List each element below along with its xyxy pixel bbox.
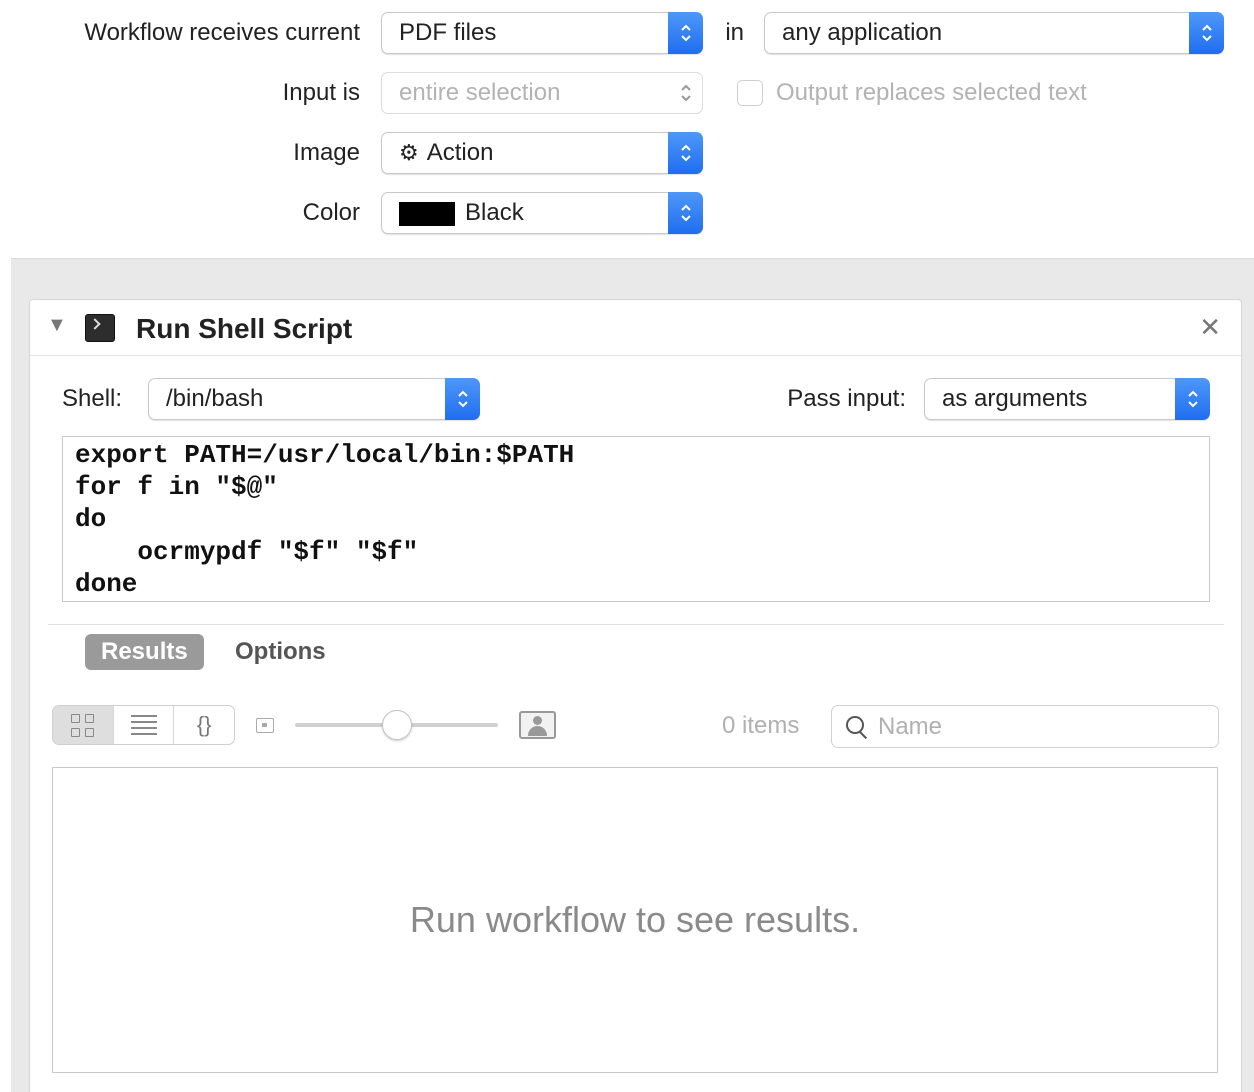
input-is-label: Input is [282, 79, 360, 106]
color-label: Color [302, 199, 360, 226]
search-icon [846, 715, 868, 738]
tab-results[interactable]: Results [85, 634, 204, 670]
shell-label: Shell: [62, 385, 123, 412]
popup-stepper-icon [668, 192, 703, 234]
input-is-value: entire selection [399, 79, 561, 106]
popup-stepper-icon [1175, 378, 1210, 420]
items-count: 0 items [722, 712, 800, 739]
image-popup[interactable]: ⚙ Action [381, 132, 703, 174]
pass-input-popup[interactable]: as arguments [924, 378, 1210, 420]
icon-view-button[interactable] [53, 706, 114, 744]
list-view-button[interactable] [114, 706, 175, 744]
output-replaces-checkbox[interactable] [737, 80, 763, 106]
run-shell-script-action: ▼ Run Shell Script ✕ Shell: /bin/bash Pa… [29, 299, 1242, 1092]
popup-stepper-icon [668, 12, 703, 54]
receives-label: Workflow receives current [84, 19, 360, 46]
pass-input-value: as arguments [942, 385, 1088, 412]
workflow-area: ▼ Run Shell Script ✕ Shell: /bin/bash Pa… [11, 258, 1254, 1092]
large-thumbnail-icon [519, 711, 556, 739]
input-is-popup[interactable]: entire selection [381, 72, 703, 114]
input-type-popup[interactable]: PDF files [381, 12, 703, 54]
results-area: Run workflow to see results. [52, 767, 1218, 1073]
section-divider [48, 624, 1224, 625]
application-value: any application [782, 19, 943, 46]
color-popup[interactable]: Black [381, 192, 703, 234]
search-field[interactable] [831, 705, 1219, 748]
image-label: Image [293, 139, 360, 166]
small-thumbnail-icon [256, 718, 274, 733]
color-swatch [399, 201, 455, 226]
script-editor[interactable]: export PATH=/usr/local/bin:$PATH for f i… [62, 436, 1210, 602]
json-view-button[interactable]: {} [174, 706, 234, 744]
view-mode-control: {} [52, 705, 235, 745]
shell-popup[interactable]: /bin/bash [148, 378, 480, 420]
image-value: Action [426, 139, 494, 166]
search-input[interactable] [878, 712, 1178, 741]
disclosure-triangle-icon[interactable]: ▼ [47, 314, 67, 337]
workflow-settings-panel: Workflow receives current PDF files in a… [0, 0, 1254, 258]
popup-stepper-icon [668, 132, 703, 174]
application-popup[interactable]: any application [764, 12, 1224, 54]
grid-icon [71, 713, 95, 737]
shell-value: /bin/bash [166, 385, 264, 412]
braces-icon: {} [196, 712, 212, 737]
tab-options[interactable]: Options [235, 634, 326, 670]
list-icon [130, 715, 157, 735]
slider-knob[interactable] [381, 710, 412, 740]
pass-input-label: Pass input: [787, 385, 906, 412]
action-title: Run Shell Script [136, 313, 353, 344]
popup-stepper-icon [668, 72, 703, 114]
popup-stepper-icon [1189, 12, 1224, 54]
close-icon[interactable]: ✕ [1199, 312, 1221, 342]
popup-stepper-icon [445, 378, 480, 420]
action-header: ▼ Run Shell Script ✕ [30, 300, 1241, 356]
input-type-value: PDF files [399, 19, 497, 46]
gear-icon: ⚙ [399, 140, 419, 165]
results-message: Run workflow to see results. [409, 899, 861, 940]
terminal-icon [85, 314, 115, 342]
in-label: in [725, 19, 744, 46]
output-replaces-label: Output replaces selected text [776, 79, 1087, 106]
color-value: Black [465, 199, 524, 226]
